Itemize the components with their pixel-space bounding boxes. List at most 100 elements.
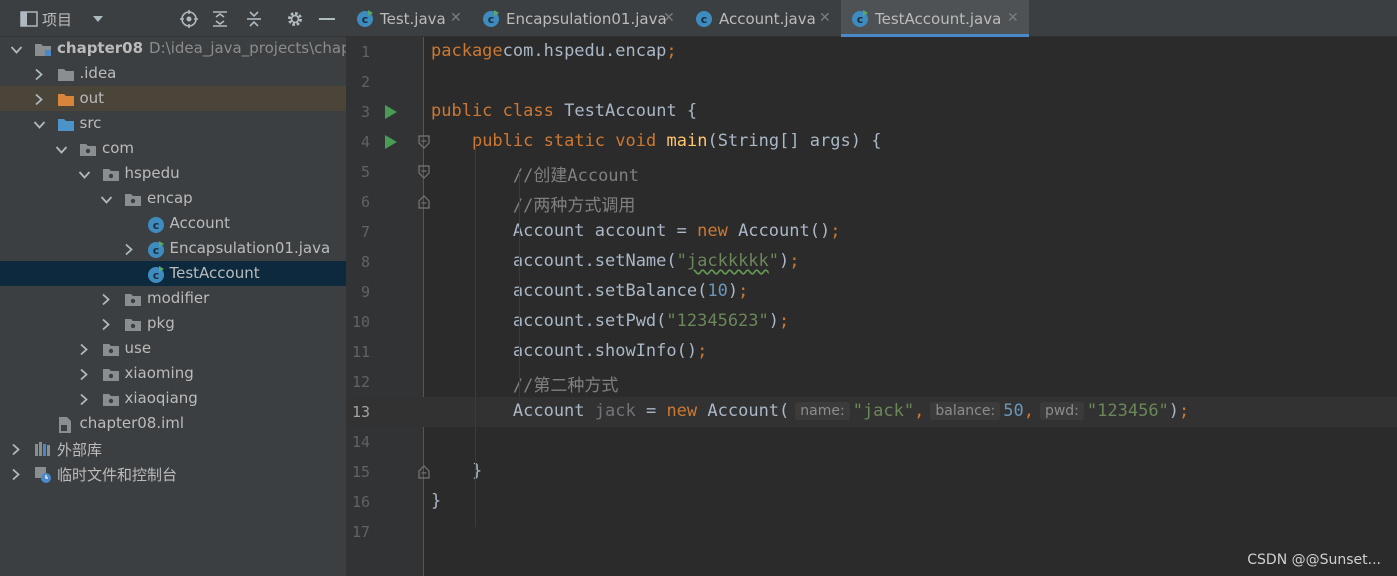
code-token: account.setName(	[431, 251, 677, 271]
tree-item[interactable]: modifier	[0, 286, 346, 311]
chevron-down-icon[interactable]	[10, 42, 23, 55]
chevron-right-icon[interactable]	[100, 292, 112, 306]
code-line[interactable]: 13 Account jack = new Account(name: "jack…	[346, 397, 1397, 427]
svg-text:c: c	[152, 219, 159, 232]
tree-item[interactable]: xiaoming	[0, 361, 346, 386]
code-line[interactable]: 3 public class TestAccount {	[346, 97, 1397, 127]
code-line[interactable]: 5 //创建Account	[346, 157, 1397, 187]
tree-item[interactable]: chapter08.iml	[0, 411, 346, 436]
code-line[interactable]: 9 account.setBalance(10);	[346, 277, 1397, 307]
close-icon[interactable]: ✕	[450, 10, 462, 26]
code-line[interactable]: 7 Account account = new Account();	[346, 217, 1397, 247]
expand-all-icon[interactable]	[209, 8, 231, 30]
tree-item-text: com	[102, 139, 135, 157]
run-icon[interactable]	[384, 134, 398, 150]
tree-item[interactable]: chapter08 D:\idea_java_projects\chapte	[0, 36, 346, 61]
project-tree: chapter08 D:\idea_java_projects\chapte .id…	[0, 36, 346, 486]
close-icon[interactable]: ✕	[1007, 10, 1019, 26]
code-line[interactable]: 16}	[346, 487, 1397, 517]
code-line[interactable]: 2	[346, 67, 1397, 97]
tree-item-label: src	[80, 114, 102, 132]
chevron-right-icon[interactable]	[33, 67, 45, 81]
tree-item[interactable]: pkg	[0, 311, 346, 336]
locate-file-icon[interactable]	[178, 8, 200, 30]
tree-item-label: Account	[170, 214, 231, 232]
tree-item[interactable]: 临时文件和控制台	[0, 461, 346, 486]
tree-item[interactable]: src	[0, 111, 346, 136]
tree-item[interactable]: .idea	[0, 61, 346, 86]
code-line[interactable]: 15 }	[346, 457, 1397, 487]
fold-icon[interactable]	[417, 135, 431, 149]
tree-item-label: chapter08.iml	[80, 414, 185, 432]
chevron-down-icon[interactable]	[100, 192, 113, 205]
tree-item[interactable]: out	[0, 86, 346, 111]
close-icon[interactable]: ✕	[663, 10, 675, 26]
fold-icon[interactable]	[417, 165, 431, 179]
tree-item-text: hspedu	[124, 164, 180, 182]
tree-item[interactable]: encap	[0, 186, 346, 211]
code-token: }	[431, 491, 442, 511]
hide-panel-icon[interactable]	[316, 8, 338, 30]
chevron-down-icon[interactable]	[87, 8, 109, 30]
code-line[interactable]: 17	[346, 517, 1397, 547]
code-editor[interactable]: 1 packagecom.hspedu.encap; 2 3 public class …	[346, 37, 1397, 576]
tree-item[interactable]: xiaoqiang	[0, 386, 346, 411]
tree-item-label: 外部库	[57, 439, 102, 460]
chevron-right-icon[interactable]	[100, 317, 112, 331]
chevron-right-icon[interactable]	[10, 467, 22, 481]
tree-item[interactable]: use	[0, 336, 346, 361]
tree-item[interactable]: 外部库	[0, 436, 346, 461]
editor-tab[interactable]: c Test.java ✕	[346, 0, 472, 37]
code-token: ;	[779, 311, 790, 331]
tree-item-label: com	[102, 139, 134, 157]
tree-item[interactable]: c TestAccount	[0, 261, 346, 286]
code-line[interactable]: 6 //两种方式调用	[346, 187, 1397, 217]
code-text: //创建Account	[431, 161, 639, 186]
chevron-down-icon[interactable]	[33, 117, 45, 130]
package-icon	[102, 391, 120, 407]
chevron-right-icon[interactable]	[78, 367, 90, 381]
run-icon[interactable]	[384, 104, 398, 120]
collapse-all-icon[interactable]	[243, 8, 265, 30]
project-panel-title[interactable]: 项目	[42, 9, 72, 30]
chevron-right-icon[interactable]	[123, 242, 135, 256]
tree-item[interactable]: c Encapsulation01.java	[0, 236, 346, 261]
close-icon[interactable]: ✕	[819, 10, 831, 26]
code-line[interactable]: 8 account.setName("jackkkkk");	[346, 247, 1397, 277]
tree-item-label: encap	[147, 189, 193, 207]
code-text: //第二种方式	[431, 371, 618, 396]
code-line[interactable]: 1 packagecom.hspedu.encap;	[346, 37, 1397, 67]
editor-tab[interactable]: c TestAccount.java ✕	[841, 0, 1029, 37]
line-number: 5	[360, 163, 370, 181]
code-token: void	[615, 131, 657, 151]
chevron-down-icon[interactable]	[78, 167, 90, 180]
code-line[interactable]: 11 account.showInfo();	[346, 337, 1397, 367]
code-token: (String[] args) {	[707, 131, 882, 151]
line-number: 15	[351, 463, 370, 481]
code-text: account.setPwd("12345623");	[431, 311, 789, 331]
chevron-right-icon[interactable]	[78, 392, 90, 406]
chevron-right-icon[interactable]	[10, 442, 22, 456]
editor-tab[interactable]: c Encapsulation01.java ✕	[472, 0, 685, 37]
chevron-down-icon[interactable]	[55, 142, 68, 155]
code-line[interactable]: 12 //第二种方式	[346, 367, 1397, 397]
project-panel-header: 项目	[0, 0, 346, 37]
code-line[interactable]: 14	[346, 427, 1397, 457]
code-token: "	[676, 251, 687, 271]
code-line[interactable]: 10 account.setPwd("12345623");	[346, 307, 1397, 337]
fold-icon[interactable]	[417, 465, 431, 479]
tree-item[interactable]: hspedu	[0, 161, 346, 186]
tree-item[interactable]: com	[0, 136, 346, 161]
fold-icon[interactable]	[417, 195, 431, 209]
line-number: 12	[351, 373, 370, 391]
tree-item[interactable]: c Account	[0, 211, 346, 236]
chevron-right-icon[interactable]	[33, 92, 45, 106]
project-view-icon[interactable]	[18, 8, 40, 30]
code-line[interactable]: 4 public static void main(String[] args)…	[346, 127, 1397, 157]
chevron-right-icon[interactable]	[78, 342, 90, 356]
line-number: 8	[360, 253, 370, 271]
tree-item-label: xiaoming	[125, 364, 194, 382]
editor-tab[interactable]: c Account.java ✕	[685, 0, 841, 37]
gear-icon[interactable]	[284, 8, 306, 30]
tree-item-label: use	[125, 339, 152, 357]
